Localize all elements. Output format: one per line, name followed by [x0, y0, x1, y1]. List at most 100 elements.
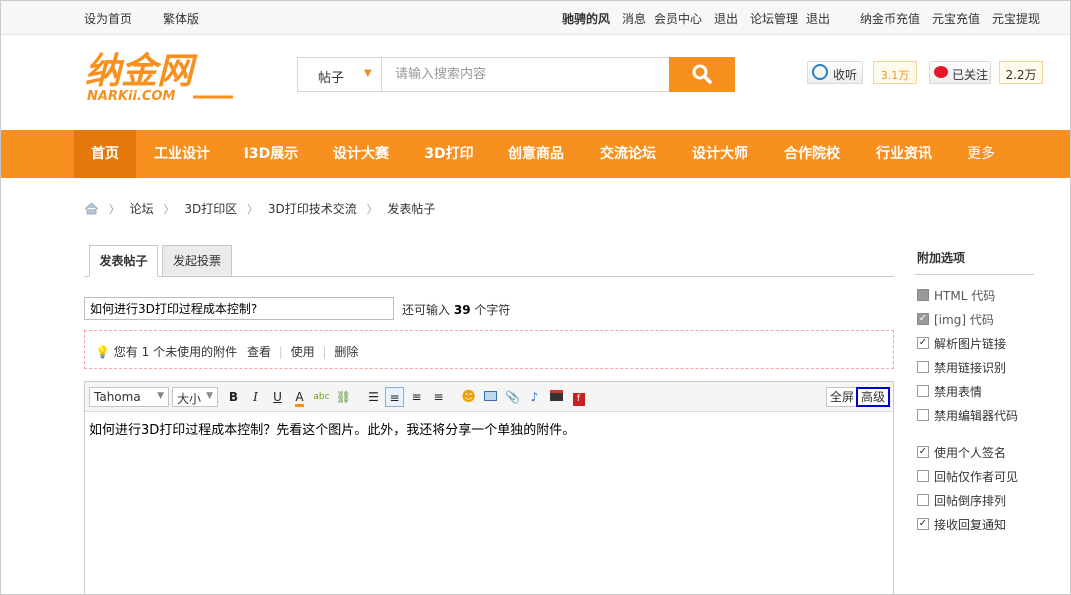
home-icon[interactable]: [84, 202, 99, 215]
search-icon: [692, 64, 712, 84]
nav-more[interactable]: 更多: [957, 130, 1005, 178]
breadcrumb-forum[interactable]: 论坛: [130, 200, 154, 217]
remaining-chars: 还可输入 39 个字符: [402, 303, 511, 317]
font-color-button[interactable]: A: [290, 387, 309, 407]
set-home-link[interactable]: 设为首页: [84, 10, 132, 27]
search-box: 帖子 ▼: [297, 57, 735, 92]
breadcrumb-3d-print-area[interactable]: 3D打印区: [184, 200, 237, 217]
checkbox-unchecked-icon[interactable]: [917, 470, 929, 482]
fullscreen-button[interactable]: 全屏: [826, 387, 859, 407]
chevron-down-icon: ▼: [364, 68, 372, 79]
align-center-icon[interactable]: ≡: [407, 387, 426, 407]
nav-3d-printing[interactable]: 3D打印: [415, 130, 483, 178]
delete-attachment-link[interactable]: 删除: [334, 345, 358, 359]
view-attachment-link[interactable]: 查看: [247, 345, 271, 359]
option-label: 回帖倒序排列: [934, 494, 1007, 508]
use-attachment-link[interactable]: 使用: [291, 345, 315, 359]
nav-partner-schools[interactable]: 合作院校: [774, 130, 850, 178]
logout-link[interactable]: 退出: [714, 10, 738, 27]
checkbox-unchecked-icon[interactable]: [917, 361, 929, 373]
nav-design-masters[interactable]: 设计大师: [682, 130, 758, 178]
username-link[interactable]: 驰骋的风: [562, 10, 610, 27]
image-icon[interactable]: [481, 387, 500, 407]
recharge-yuanbao-link[interactable]: 元宝充值: [932, 10, 980, 27]
checkbox-checked-icon[interactable]: ✓: [917, 337, 929, 349]
checkbox-unchecked-icon[interactable]: [917, 494, 929, 506]
search-input[interactable]: [383, 58, 668, 91]
chevron-right-icon: 〉: [163, 203, 175, 216]
search-button[interactable]: [669, 57, 735, 92]
font-size-select[interactable]: 大小 ▼: [172, 387, 218, 407]
align-right-icon[interactable]: ≡: [429, 387, 448, 407]
main-nav: 首页 工业设计 I3D展示 设计大赛 3D打印 创意商品 交流论坛 设计大师 合…: [1, 130, 1070, 178]
checkbox-checked-icon[interactable]: ✓: [917, 446, 929, 458]
unused-attachments-notice: 💡 您有 1 个未使用的附件 查看 | 使用 | 删除: [84, 330, 894, 369]
option-label: 解析图片链接: [934, 337, 1007, 351]
option-label: [img] 代码: [934, 313, 994, 327]
flash-icon[interactable]: f: [569, 387, 588, 407]
nav-i3d-showcase[interactable]: I3D展示: [234, 130, 308, 178]
tencent-weibo-icon: [812, 64, 828, 80]
subject-input[interactable]: [84, 297, 394, 320]
emoji-icon[interactable]: ☻: [459, 387, 478, 407]
advanced-mode-button[interactable]: 高级: [856, 387, 891, 407]
checkbox-unchecked-icon: [917, 289, 929, 301]
nav-industry-news[interactable]: 行业资讯: [866, 130, 942, 178]
checkbox-unchecked-icon[interactable]: [917, 409, 929, 421]
option-label: HTML 代码: [934, 289, 996, 303]
editor-toolbar: Tahoma ▼ 大小 ▼ B I U A abc ⛓ ☰ ≡ ≡ ≡ ☻ 📎 ♪ …: [85, 382, 893, 412]
editor-content[interactable]: 如何进行3D打印过程成本控制？先看这个图片。此外，我还将分享一个单独的附件。: [89, 419, 575, 438]
breadcrumb-current: 发表帖子: [387, 202, 436, 216]
page: 设为首页 繁体版 驰骋的风 消息 会员中心 退出 论坛管理 退出 纳金币充值 元…: [0, 0, 1071, 595]
option-label: 禁用链接识别: [934, 361, 1007, 375]
option-label: 禁用编辑器代码: [934, 409, 1019, 423]
audio-icon[interactable]: ♪: [525, 387, 544, 407]
member-center-link[interactable]: 会员中心: [654, 10, 702, 27]
option-label: 接收回复通知: [934, 518, 1007, 532]
top-bar: 设为首页 繁体版 驰骋的风 消息 会员中心 退出 论坛管理 退出 纳金币充值 元…: [1, 1, 1070, 35]
nav-home[interactable]: 首页: [74, 130, 136, 178]
attachment-icon[interactable]: 📎: [503, 387, 522, 407]
option-label: 禁用表情: [934, 385, 983, 399]
link-icon[interactable]: ⛓: [334, 387, 353, 407]
withdraw-yuanbao-link[interactable]: 元宝提现: [992, 10, 1040, 27]
spellcheck-icon[interactable]: abc: [312, 387, 331, 407]
italic-button[interactable]: I: [246, 387, 265, 407]
lightbulb-icon: 💡: [95, 345, 110, 359]
sidebar-divider: [915, 274, 1034, 275]
breadcrumb-3d-tech[interactable]: 3D打印技术交流: [268, 200, 357, 217]
nav-forum[interactable]: 交流论坛: [590, 130, 666, 178]
listen-button[interactable]: 收听: [807, 61, 863, 84]
font-family-select[interactable]: Tahoma ▼: [89, 387, 169, 407]
nav-design-contest[interactable]: 设计大赛: [323, 130, 399, 178]
underline-button[interactable]: U: [268, 387, 287, 407]
forum-admin-link[interactable]: 论坛管理: [750, 10, 798, 27]
search-type-select[interactable]: 帖子 ▼: [298, 58, 382, 91]
recharge-coin-link[interactable]: 纳金币充值: [860, 10, 920, 27]
weibo-icon: [934, 66, 948, 78]
logout-link-2[interactable]: 退出: [806, 10, 830, 27]
chevron-right-icon: 〉: [247, 203, 259, 216]
video-icon[interactable]: [547, 387, 566, 407]
svg-text:NARKii.COM: NARKii.COM: [87, 89, 175, 104]
bold-button[interactable]: B: [224, 387, 243, 407]
checkbox-checked-icon[interactable]: ✓: [917, 518, 929, 530]
svg-text:纳金网: 纳金网: [85, 51, 198, 92]
traditional-link[interactable]: 繁体版: [163, 10, 199, 27]
checkbox-checked-icon: ✓: [917, 313, 929, 325]
tab-poll[interactable]: 发起投票: [162, 245, 232, 277]
extra-options-heading: 附加选项: [917, 251, 966, 265]
checkbox-unchecked-icon[interactable]: [917, 385, 929, 397]
messages-link[interactable]: 消息: [622, 10, 646, 27]
chevron-right-icon: 〉: [366, 203, 378, 216]
listen-count: 3.1万: [873, 61, 917, 84]
nav-creative-products[interactable]: 创意商品: [498, 130, 574, 178]
chevron-right-icon: 〉: [108, 203, 120, 216]
align-left-icon[interactable]: ☰: [364, 387, 383, 407]
align-left-selected-icon[interactable]: ≡: [385, 387, 404, 407]
chevron-down-icon: ▼: [206, 391, 213, 401]
tab-post[interactable]: 发表帖子: [89, 245, 158, 277]
follow-button[interactable]: 已关注: [929, 61, 991, 84]
nav-industrial-design[interactable]: 工业设计: [144, 130, 220, 178]
site-logo[interactable]: 纳金网 NARKii.COM: [85, 45, 245, 105]
